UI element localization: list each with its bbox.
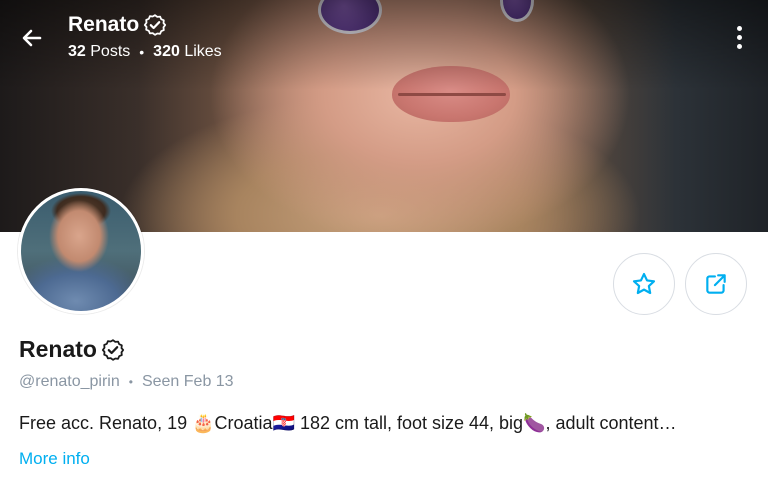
more-vertical-icon-dot bbox=[736, 43, 742, 49]
more-vertical-icon-dot bbox=[736, 34, 742, 40]
posts-count: 32 bbox=[68, 43, 86, 60]
posts-label: Posts bbox=[90, 43, 131, 60]
star-icon bbox=[632, 272, 656, 295]
more-options-button[interactable] bbox=[726, 22, 752, 52]
profile-meta: @renato_pirin • Seen Feb 13 bbox=[19, 373, 234, 391]
verified-badge-icon bbox=[144, 14, 167, 36]
header-stats: 32 Posts • 320 Likes bbox=[68, 43, 222, 61]
top-bar: Renato 32 Posts • 320 Likes bbox=[0, 0, 768, 80]
header-title-block: Renato 32 Posts • 320 Likes bbox=[68, 13, 222, 61]
likes-count: 320 bbox=[153, 43, 180, 60]
stats-separator: • bbox=[139, 44, 145, 60]
header-name: Renato bbox=[68, 13, 140, 36]
back-button[interactable] bbox=[16, 22, 48, 54]
verified-badge-icon bbox=[101, 338, 125, 361]
last-seen: Seen Feb 13 bbox=[141, 373, 234, 390]
avatar[interactable] bbox=[18, 188, 144, 314]
more-vertical-icon-dot bbox=[736, 25, 742, 31]
share-icon bbox=[706, 274, 726, 294]
cover-lip-line bbox=[398, 93, 506, 96]
profile-name-row: Renato bbox=[19, 336, 125, 363]
add-to-favorites-button[interactable] bbox=[613, 253, 675, 315]
profile-name: Renato bbox=[19, 336, 97, 362]
arrow-left-icon bbox=[22, 29, 42, 47]
more-info-link[interactable]: More info bbox=[19, 449, 90, 469]
profile-bio: Free acc. Renato, 19 🎂Croatia🇭🇷 182 cm t… bbox=[19, 413, 677, 433]
share-button[interactable] bbox=[685, 253, 747, 315]
likes-label: Likes bbox=[184, 43, 222, 60]
username: @renato_pirin bbox=[19, 373, 120, 390]
meta-separator: • bbox=[128, 375, 133, 389]
